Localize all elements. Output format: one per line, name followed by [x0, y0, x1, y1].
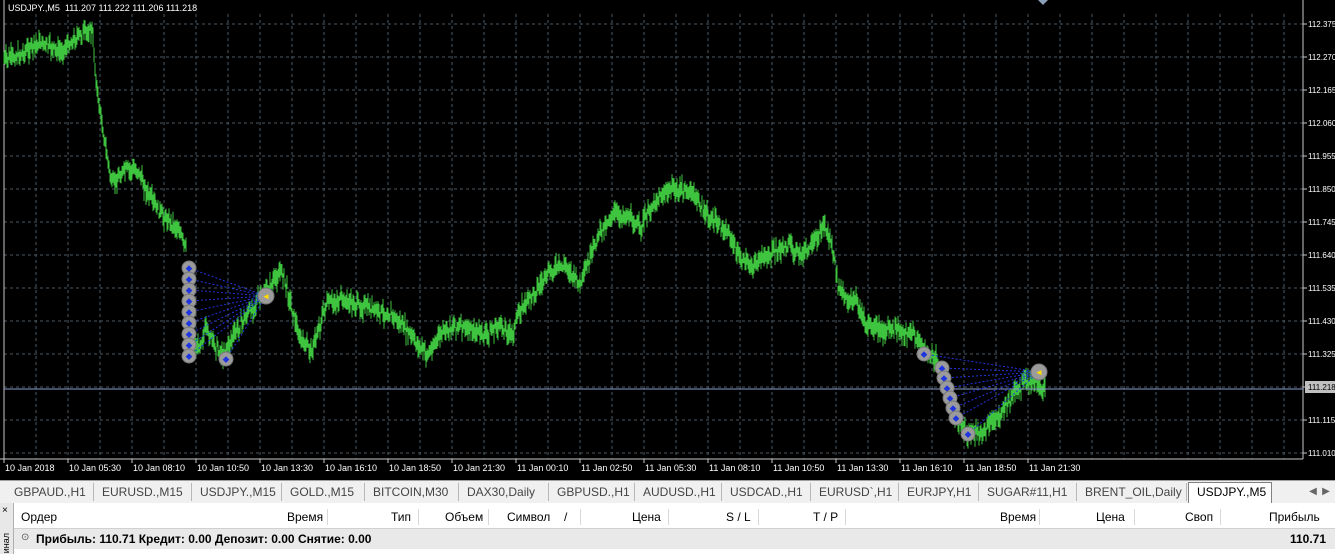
tab-usdcad-h1[interactable]: USDCAD.,H1 — [722, 483, 811, 501]
tab-scroll-left-icon[interactable]: ◀ — [1307, 485, 1319, 499]
trade-group-1-entry-arrow: ⬥ — [185, 329, 193, 339]
trade-group-1-entry-arrow: ⬥ — [185, 274, 193, 284]
col-close-price[interactable]: Цена — [1096, 510, 1125, 524]
tab-usdjpy-m15[interactable]: USDJPY.,M15 — [192, 483, 282, 501]
time-axis-label: 10 Jan 21:30 — [453, 463, 505, 473]
col-open-price[interactable]: Цена — [632, 510, 661, 524]
col-sort-marker: / — [564, 510, 568, 524]
time-axis-label: 11 Jan 05:30 — [645, 463, 696, 473]
close-icon[interactable]: × — [2, 505, 8, 516]
price-axis-label: 111.955 — [1308, 152, 1335, 161]
time-axis-label: 11 Jan 13:30 — [837, 463, 888, 473]
price-axis-label: 112.060 — [1308, 119, 1335, 128]
terminal-sidebar: × инал — [0, 503, 14, 554]
column-divider — [418, 509, 419, 525]
tab-audusd-h1[interactable]: AUDUSD.,H1 — [635, 483, 722, 501]
column-divider — [758, 509, 759, 525]
column-divider — [327, 509, 328, 525]
column-divider — [1134, 509, 1135, 525]
trade-group-1-entry-arrow: ⬥ — [185, 263, 193, 273]
column-divider — [668, 509, 669, 525]
column-divider — [1039, 509, 1040, 525]
terminal-side-label: инал — [1, 533, 11, 554]
tab-gold-m15[interactable]: GOLD.,M15 — [282, 483, 365, 501]
trade-group-1-entry-arrow: ⬥ — [185, 318, 193, 328]
tab-brent-oil-daily[interactable]: BRENT_OIL,Daily — [1077, 483, 1187, 501]
column-divider — [845, 509, 846, 525]
tab-eurusd-m15[interactable]: EURUSD.,M15 — [94, 483, 192, 501]
tab-bitcoin-m30[interactable]: BITCOIN,M30 — [365, 483, 459, 501]
column-divider — [1220, 509, 1221, 525]
col-symbol[interactable]: Символ — [507, 510, 550, 524]
terminal-column-header: Ордер Время Тип Объем Символ / Цена S / … — [14, 506, 1335, 529]
trade-group-1-entry-arrow: ⬥ — [185, 285, 193, 295]
price-axis-label: 112.375 — [1308, 20, 1335, 29]
price-axis-label: 111.745 — [1308, 218, 1335, 227]
chart-tabs-bar: GBPAUD.,H1 EURUSD.,M15 USDJPY.,M15 GOLD.… — [0, 480, 1335, 504]
trade-group-1-entry-arrow: ⬥ — [222, 354, 230, 364]
time-axis-label: 10 Jan 13:30 — [261, 463, 313, 473]
trade-group-1-entry-arrow: ⬥ — [185, 351, 193, 361]
time-axis-label: 10 Jan 2018 — [5, 463, 55, 473]
col-volume[interactable]: Объем — [445, 510, 483, 524]
col-order[interactable]: Ордер — [21, 510, 57, 524]
time-axis-label: 10 Jan 16:10 — [325, 463, 377, 473]
price-chart[interactable]: ⬥ ⬥ ⬥ ⬥ ⬥ ⬥ ⬥ ⬥ ⬥ ⬥ ◂ ⬥ ⬥ ⬥ ⬥ ⬥ ⬥ ⬥ ⬥ ◂ 112.375 112.270 112.16… — [0, 0, 1335, 477]
time-axis-label: 10 Jan 10:50 — [197, 463, 249, 473]
tab-gbpaud-h1[interactable]: GBPAUD.,H1 — [6, 483, 94, 501]
trade-group-1-entry-arrow: ⬥ — [185, 307, 193, 317]
tab-sugar-h1[interactable]: SUGAR#11,H1 — [979, 483, 1077, 501]
col-close-time[interactable]: Время — [1000, 510, 1036, 524]
time-axis-label: 10 Jan 08:10 — [133, 463, 185, 473]
chart-symbol-header: USDJPY.,M5 111.207 111.222 111.206 111.2… — [8, 3, 198, 13]
collapse-circle-icon[interactable]: ⊙ — [21, 532, 29, 543]
account-summary-text: Прибыль: 110.71 Кредит: 0.00 Депозит: 0.… — [36, 532, 372, 546]
col-swap[interactable]: Своп — [1185, 510, 1213, 524]
trade-group-1-exit-arrow: ◂ — [263, 291, 269, 301]
trade-group-1-entry-arrow: ⬥ — [185, 296, 193, 306]
price-axis-label: 112.270 — [1308, 53, 1335, 62]
time-axis-label: 11 Jan 00:10 — [517, 463, 568, 473]
time-axis-label: 11 Jan 18:50 — [965, 463, 1016, 473]
trade-group-2-exit-arrow: ◂ — [1036, 367, 1042, 377]
column-divider — [580, 509, 581, 525]
time-axis-label: 10 Jan 05:30 — [69, 463, 121, 473]
time-axis-label: 11 Jan 10:50 — [773, 463, 824, 473]
col-open-time[interactable]: Время — [287, 510, 323, 524]
price-axis-label: 111.010 — [1308, 449, 1335, 458]
current-price-label: 111.218 — [1308, 383, 1335, 392]
col-stop-loss[interactable]: S / L — [726, 510, 751, 524]
tab-usdjpy-m5[interactable]: USDJPY.,M5 — [1188, 482, 1272, 503]
tab-eurusd-h1[interactable]: EURUSD`,H1 — [811, 483, 899, 501]
column-divider — [488, 509, 489, 525]
tab-gbpusd-h1[interactable]: GBPUSD.,H1 — [549, 483, 635, 501]
time-axis-label: 11 Jan 02:50 — [581, 463, 632, 473]
tab-dax30-daily[interactable]: DAX30,Daily — [459, 483, 549, 501]
trade-group-2-entry-arrow: ⬥ — [964, 429, 972, 439]
account-summary-row[interactable]: ⊙ Прибыль: 110.71 Кредит: 0.00 Депозит: … — [14, 529, 1335, 549]
price-axis-label: 112.165 — [1308, 86, 1335, 95]
price-axis-label: 111.325 — [1308, 350, 1335, 359]
price-axis-label: 111.640 — [1308, 251, 1335, 260]
time-axis-label: 11 Jan 08:10 — [709, 463, 760, 473]
price-axis-label: 111.850 — [1308, 185, 1335, 194]
total-profit-value: 110.71 — [1289, 532, 1326, 546]
time-axis-label: 10 Jan 18:50 — [389, 463, 441, 473]
col-type[interactable]: Тип — [391, 510, 411, 524]
chart-canvas[interactable]: ⬥⬥⬥⬥⬥⬥⬥⬥⬥ ⬥◂⬥⬥⬥⬥⬥⬥⬥⬥◂112.375112.270112.16… — [0, 0, 1335, 477]
time-axis-label: 11 Jan 21:30 — [1029, 463, 1080, 473]
price-axis-label: 111.535 — [1308, 284, 1335, 293]
chart-background — [0, 0, 1335, 477]
price-axis-label: 111.430 — [1308, 317, 1335, 326]
time-axis-label: 11 Jan 16:10 — [901, 463, 952, 473]
trade-group-2-entry-arrow: ⬥ — [952, 413, 960, 423]
col-profit[interactable]: Прибыль — [1269, 510, 1320, 524]
trade-group-2-entry-arrow: ⬥ — [920, 349, 928, 359]
tab-eurjpy-h1[interactable]: EURJPY,H1 — [899, 483, 979, 501]
terminal-panel: × инал Ордер Время Тип Объем Символ / Це… — [0, 503, 1335, 554]
col-take-profit[interactable]: T / P — [813, 510, 838, 524]
tab-scroll-right-icon[interactable]: ▶ — [1320, 485, 1332, 499]
price-axis-label: 111.115 — [1308, 416, 1335, 425]
trade-group-1-entry-arrow: ⬥ — [185, 340, 193, 350]
